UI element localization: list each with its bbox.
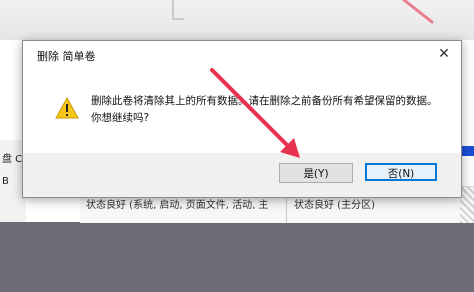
close-icon[interactable]: ✕ — [435, 45, 453, 63]
disk-label: B — [2, 176, 9, 187]
yes-button[interactable]: 是(Y) — [279, 163, 353, 183]
disk-label: 盘 C — [2, 154, 23, 165]
dialog-title: 删除 简单卷 — [37, 50, 96, 63]
volume-status-cell[interactable]: 状态良好 (系统, 启动, 页面文件, 活动, 主 — [86, 196, 269, 211]
unallocated-hatch — [460, 187, 474, 223]
delete-volume-dialog: 删除 简单卷 ✕ 删除此卷将清除其上的所有数据。请在删除之前备份所有希望保留的数… — [22, 40, 462, 198]
volume-status-cell[interactable]: 状态良好 (主分区) — [294, 196, 375, 211]
dialog-message: 删除此卷将清除其上的所有数据。请在删除之前备份所有希望保留的数据。你想继续吗? — [91, 95, 438, 124]
dialog-footer: 是(Y) 否(N) — [23, 153, 461, 197]
desktop-background — [0, 0, 474, 40]
warning-icon — [55, 97, 79, 119]
no-button[interactable]: 否(N) — [365, 163, 437, 181]
background-decoration — [172, 0, 184, 20]
